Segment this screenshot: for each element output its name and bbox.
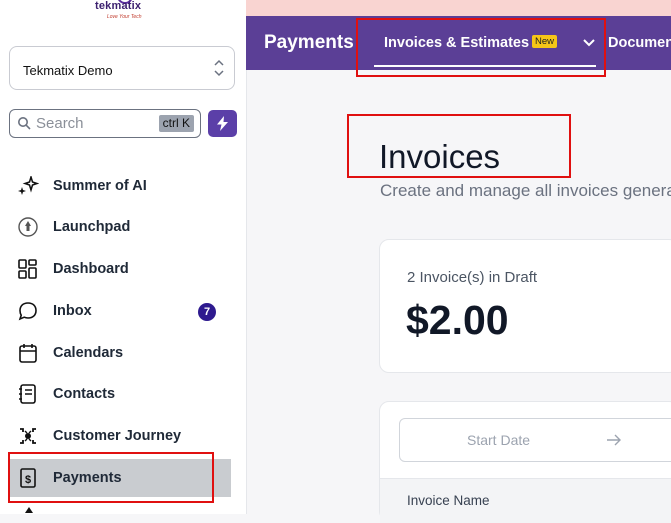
inbox-count-badge: 7: [198, 303, 216, 321]
sidebar-item-customer-journey[interactable]: Customer Journey: [9, 417, 231, 455]
highlight-box-tab: [356, 18, 606, 77]
account-switcher[interactable]: Tekmatix Demo: [9, 46, 235, 90]
lightning-icon: [217, 116, 228, 131]
page-subtitle: Create and manage all invoices generated: [380, 181, 671, 200]
rocket-icon: [18, 217, 38, 237]
date-range-picker[interactable]: Start Date: [399, 418, 671, 462]
account-name: Tekmatix Demo: [23, 63, 113, 78]
sidebar-item-inbox[interactable]: Inbox 7: [9, 292, 231, 330]
draft-summary-card[interactable]: 2 Invoice(s) in Draft $2.00: [379, 239, 671, 373]
quick-actions-button[interactable]: [208, 110, 237, 137]
start-date-placeholder: Start Date: [467, 432, 531, 448]
logo-tagline: Love Your Tech: [107, 14, 142, 20]
table-header-row: Invoice Name: [380, 478, 671, 523]
calendar-icon: [19, 344, 37, 363]
journey-icon: [20, 428, 36, 444]
chevron-up-down-icon: [214, 59, 224, 77]
sidebar-item-label: Summer of AI: [53, 178, 147, 194]
sidebar-item-contacts[interactable]: Contacts: [9, 375, 231, 413]
sidebar-item-launchpad[interactable]: Launchpad: [9, 208, 231, 246]
sidebar-item-label: Dashboard: [53, 261, 129, 277]
contacts-icon: [19, 384, 36, 404]
sidebar-item-label: Inbox: [53, 303, 92, 319]
logo-name: tekmatix: [95, 0, 142, 12]
sidebar-item-label: Calendars: [53, 345, 124, 361]
sidebar-item-dashboard[interactable]: Dashboard: [9, 250, 231, 288]
draft-count-label: 2 Invoice(s) in Draft: [407, 269, 538, 286]
invoice-list-panel: Start Date Invoice Name: [379, 401, 671, 523]
sidebar-item-label: Contacts: [53, 386, 116, 402]
column-header-invoice-name[interactable]: Invoice Name: [407, 493, 490, 508]
tab-documents[interactable]: Documents: [608, 35, 671, 51]
sparkle-icon: [18, 176, 39, 195]
section-title: Payments: [264, 32, 354, 53]
search-shortcut-hint: ctrl K: [158, 115, 194, 132]
highlight-box-title: [347, 114, 571, 178]
sidebar-item-summer-of-ai[interactable]: Summer of AI: [9, 167, 231, 205]
sidebar-item-label: Launchpad: [53, 219, 131, 235]
tekmatix-logo[interactable]: tekmatix Love Your Tech: [89, 0, 157, 28]
sidebar: tekmatix Love Your Tech Tekmatix Demo ct…: [0, 0, 247, 514]
arrow-right-icon: [607, 434, 621, 446]
sidebar-item-calendars[interactable]: Calendars: [9, 334, 231, 372]
sidebar-item-label: Customer Journey: [53, 428, 182, 444]
draft-amount: $2.00: [406, 297, 509, 343]
search-box[interactable]: ctrl K: [9, 109, 201, 138]
highlight-box-payments: [8, 452, 214, 503]
announcement-banner: [246, 0, 671, 16]
search-icon: [18, 117, 31, 130]
chat-icon: [18, 302, 37, 321]
search-input[interactable]: [36, 113, 156, 133]
grid-icon: [18, 259, 37, 279]
